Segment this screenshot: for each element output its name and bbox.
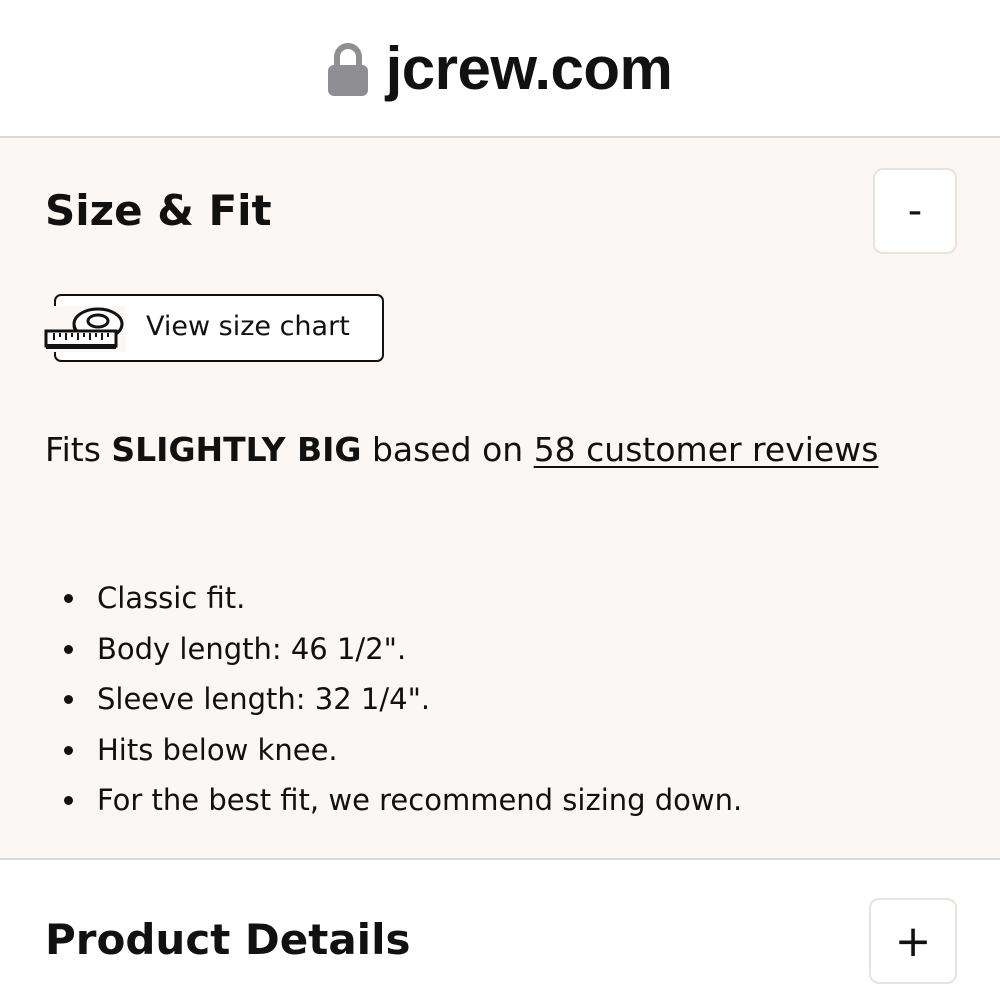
list-item: Classic fit. [64, 578, 742, 629]
bullet [64, 644, 73, 654]
fit-value: SLIGHTLY BIG [111, 430, 362, 469]
fit-details-list: Classic fit. Body length: 46 1/2". Sleev… [64, 578, 743, 831]
url-bar[interactable]: jcrew.com [0, 0, 1000, 138]
product-details-section: Product Details + [0, 860, 1000, 1000]
list-item-text: Body length: 46 1/2". [97, 631, 407, 666]
view-size-chart-label: View size chart [146, 311, 350, 342]
size-fit-title: Size & Fit [45, 186, 272, 235]
bullet [64, 695, 73, 704]
customer-reviews-link[interactable]: 58 customer reviews [534, 430, 879, 469]
list-item: Body length: 46 1/2". [64, 629, 742, 680]
view-size-chart-button[interactable]: View size chart [44, 294, 384, 362]
list-item-text: Hits below knee. [97, 732, 338, 767]
list-item: Sleeve length: 32 1/4". [64, 679, 742, 730]
list-item-text: Sleeve length: 32 1/4". [97, 682, 431, 716]
bullet [64, 796, 73, 805]
url-domain: jcrew.com [385, 34, 673, 102]
fit-middle: based on [371, 430, 524, 469]
fit-summary: Fits SLIGHTLY BIG based on 58 customer r… [45, 430, 878, 469]
list-item: Hits below knee. [64, 730, 742, 781]
bullet [64, 594, 73, 603]
list-item-text: Classic fit. [97, 581, 246, 615]
measuring-tape-icon [44, 306, 126, 352]
size-fit-section: Size & Fit - View size chart Fits SLIGHT… [0, 138, 1000, 860]
collapse-size-fit-button[interactable]: - [873, 168, 957, 254]
bullet [64, 745, 73, 755]
list-item: For the best fit, we recommend sizing do… [64, 780, 743, 831]
lock-icon [327, 43, 368, 96]
product-details-title: Product Details [45, 915, 411, 964]
expand-product-details-button[interactable]: + [869, 898, 957, 984]
fit-prefix: Fits [45, 430, 101, 469]
list-item-text: For the best fit, we recommend sizing do… [97, 783, 743, 817]
